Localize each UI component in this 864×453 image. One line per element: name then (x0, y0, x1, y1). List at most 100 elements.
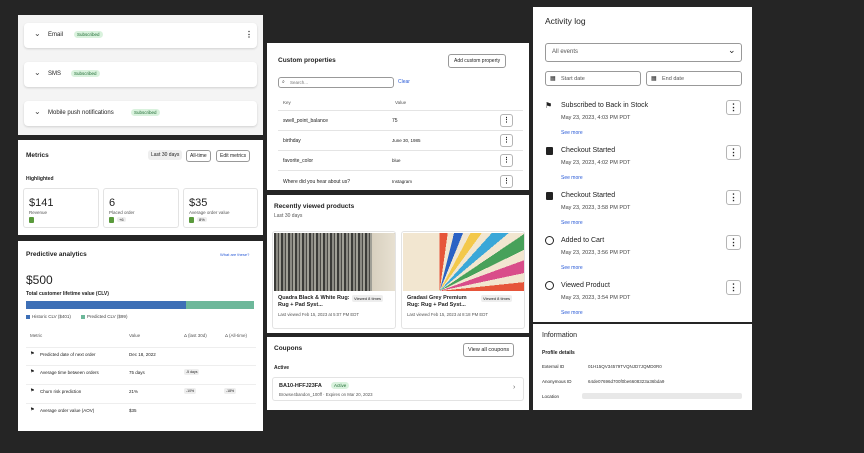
status-badge: Subscribed (131, 109, 160, 116)
chevron-down-icon: ⌄ (34, 29, 41, 38)
subscription-row-push[interactable]: ⌄ Mobile push notifications Subscribed (24, 101, 257, 126)
metric-card-revenue: $141 Revenue (23, 188, 99, 228)
shopify-icon (29, 217, 34, 223)
subscription-row-email[interactable]: ⌄ Email Subscribed ⋮ (24, 23, 257, 48)
info-label: External ID (542, 364, 565, 369)
see-more-link[interactable]: See more (561, 265, 583, 271)
more-icon[interactable]: ⋮ (726, 280, 741, 295)
product-card[interactable]: Quadra Black & White Rug: Rug + Pad Syst… (272, 231, 396, 329)
event-title: Viewed Product (561, 282, 610, 289)
metric-value: 21% (129, 389, 139, 394)
metric-value: $35 (189, 197, 208, 209)
more-icon[interactable]: ⋮ (500, 134, 513, 147)
subscription-label: Email (48, 32, 64, 38)
activity-event: ⚑ Subscribed to Back in Stock May 23, 20… (533, 100, 752, 140)
see-more-link[interactable]: See more (561, 130, 583, 136)
edit-metrics-button[interactable]: Edit metrics (216, 150, 251, 162)
product-card[interactable]: Gradasi Grey Premium Rug: Rug + Pad Syst… (401, 231, 525, 329)
event-filter-select[interactable]: All events ⌄ (545, 43, 742, 62)
add-custom-property-button[interactable]: Add custom property (448, 54, 507, 68)
see-more-link[interactable]: See more (561, 220, 583, 226)
target-icon (545, 281, 554, 290)
search-placeholder: Search... (290, 80, 309, 85)
shopify-icon (109, 217, 114, 223)
more-icon[interactable]: ⋮ (245, 30, 253, 39)
flag-icon: ⚑ (30, 407, 35, 413)
metric-name: Predicted date of next order (40, 352, 96, 357)
recent-title: Recently viewed products (274, 203, 355, 210)
activity-event: Viewed Product May 23, 2023, 3:54 PM PDT… (533, 280, 752, 320)
metric-name: Average order value (AOV) (40, 408, 95, 413)
more-icon[interactable]: ⋮ (726, 100, 741, 115)
search-input[interactable]: ⌕ Search... (278, 77, 394, 88)
location-placeholder-bar (582, 393, 742, 399)
more-icon[interactable]: ⋮ (726, 235, 741, 250)
coupons-title: Coupons (274, 345, 303, 352)
see-more-link[interactable]: See more (561, 175, 583, 181)
product-meta: Last viewed Feb 15, 2023 at 8:18 PM EDT (407, 312, 488, 317)
metric-value: Dec 18, 2022 (129, 352, 156, 357)
more-icon[interactable]: ⋮ (500, 154, 513, 167)
metric-value: $35 (129, 408, 137, 413)
property-row: favorite_color blue ⋮ (278, 150, 523, 170)
view-count-badge: Viewed 8 times (352, 295, 384, 302)
product-image (403, 233, 524, 291)
property-row: birthday June 30, 1985 ⋮ (278, 130, 523, 150)
subscription-row-sms[interactable]: ⌄ SMS Subscribed (24, 62, 257, 87)
info-label: Location (542, 394, 560, 399)
predictive-title: Predictive analytics (26, 251, 87, 258)
metric-value: 75 days (129, 370, 145, 375)
search-icon: ⌕ (282, 79, 285, 85)
event-time: May 23, 2023, 3:54 PM PDT (561, 295, 631, 301)
start-date-input[interactable]: ▦ Start date (545, 71, 641, 86)
event-title: Subscribed to Back in Stock (561, 102, 649, 109)
tab-last-30-days[interactable]: Last 30 days (148, 150, 183, 160)
clv-label: Total customer lifetime value (CLV) (26, 291, 109, 297)
subscription-label: SMS (48, 71, 62, 77)
status-badge: Subscribed (71, 70, 100, 77)
metric-card-aov: $35 Average order value 8% (183, 188, 258, 228)
activity-event: Added to Cart May 23, 2023, 3:56 PM PDT … (533, 235, 752, 275)
column-header: Δ (last 30d) (184, 333, 207, 338)
recent-subtitle: Last 30 days (274, 213, 303, 219)
metric-label: Average order value (189, 210, 230, 215)
property-value: June 30, 1985 (392, 138, 421, 143)
calendar-icon: ▦ (651, 76, 657, 82)
column-header: Δ (All-time) (225, 333, 248, 338)
event-title: Checkout Started (561, 147, 616, 154)
more-icon[interactable]: ⋮ (726, 145, 741, 160)
view-count-badge: Viewed 8 times (481, 295, 513, 302)
event-title: Added to Cart (561, 237, 605, 244)
legend-historic: Historic CLV ($401) (32, 314, 71, 319)
coupon-row[interactable]: BA10-HFFJ23FA Active Browse4bandon_100ff… (272, 377, 524, 401)
status-badge: Active (331, 382, 350, 389)
end-date-input[interactable]: ▦ End date (646, 71, 742, 86)
predicted-clv-bar (185, 301, 254, 309)
legend-predicted-swatch (81, 315, 85, 319)
clear-link[interactable]: Clear (398, 79, 410, 85)
what-are-these-link[interactable]: What are these? (220, 252, 249, 257)
property-key: Where did you hear about us? (283, 179, 350, 185)
column-header: Metric (30, 333, 43, 338)
see-more-link[interactable]: See more (561, 310, 583, 316)
column-header-value: Value (395, 100, 407, 105)
subscriptions-panel: ⌄ Email Subscribed ⋮ ⌄ SMS Subscribed ⌄ … (18, 15, 263, 135)
subscription-label: Mobile push notifications (48, 110, 114, 116)
more-icon[interactable]: ⋮ (726, 190, 741, 205)
delta-badge: -5 days (184, 369, 200, 375)
event-time: May 23, 2023, 4:03 PM PDT (561, 115, 631, 121)
more-icon[interactable]: ⋮ (500, 114, 513, 127)
tab-all-time[interactable]: All-time (186, 150, 211, 162)
view-all-coupons-button[interactable]: View all coupons (463, 343, 515, 357)
coupon-meta: Browse4bandon_100ff · Expires on Mar 20,… (279, 392, 373, 397)
predictive-analytics-panel: Predictive analytics What are these? $50… (18, 241, 263, 431)
legend-historic-swatch (26, 315, 30, 319)
coupon-code: BA10-HFFJ23FA (279, 383, 322, 389)
end-date-placeholder: End date (662, 76, 685, 82)
chevron-down-icon: ⌄ (34, 68, 41, 77)
more-icon[interactable]: ⋮ (500, 175, 513, 188)
activity-event: Checkout Started May 23, 2023, 3:58 PM P… (533, 190, 752, 230)
chevron-down-icon: ⌄ (34, 107, 41, 116)
start-date-placeholder: Start date (561, 76, 585, 82)
product-name: Quadra Black & White Rug: Rug + Pad Syst… (278, 295, 350, 308)
